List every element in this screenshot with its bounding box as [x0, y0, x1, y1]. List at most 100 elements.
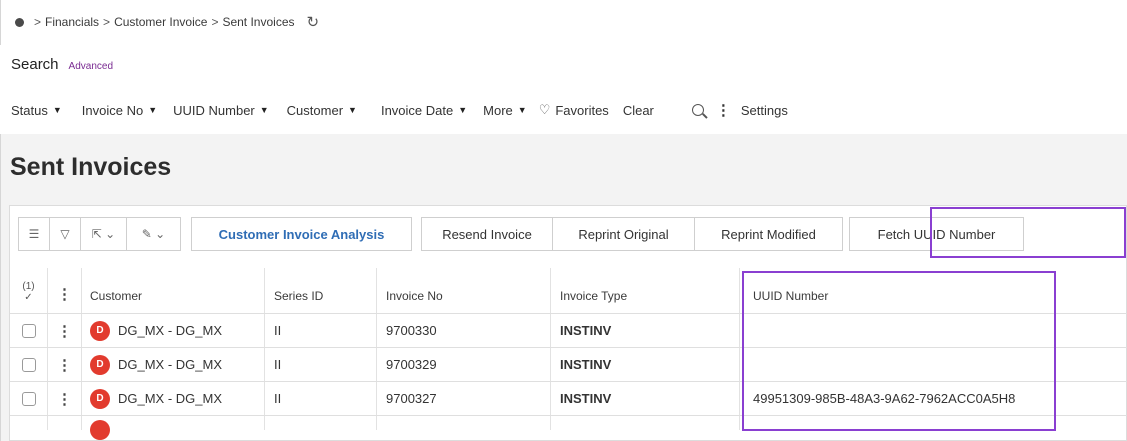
filter-icon: ▽	[60, 227, 70, 241]
export-button[interactable]: ⇱ ⌄	[81, 217, 127, 251]
customer-cell	[82, 416, 265, 440]
filter-invoice-date[interactable]: Invoice Date ▼	[381, 103, 467, 118]
avatar: D	[90, 388, 110, 409]
settings-button[interactable]: Settings	[741, 103, 788, 118]
more-options-icon: ⋮	[57, 322, 72, 340]
caret-down-icon: ▼	[148, 105, 158, 115]
avatar	[90, 420, 110, 440]
table-toolbar: ☰ ▽ ⇱ ⌄ ✎ ⌄ Customer Invoice Analysis Re…	[18, 217, 1024, 251]
filter-customer[interactable]: Customer ▼	[287, 103, 357, 118]
series-id-cell: II	[265, 314, 377, 347]
search-row: Search Advanced	[11, 56, 113, 73]
pin-button[interactable]: ✎ ⌄	[127, 217, 181, 251]
invoice-no-cell: 9700330	[377, 314, 551, 347]
column-header-series-id[interactable]: Series ID	[265, 268, 377, 313]
favorites-button[interactable]: ♡ Favorites	[539, 102, 609, 118]
avatar: D	[90, 354, 110, 375]
row-checkbox-cell	[10, 382, 48, 415]
filter-button[interactable]: ▽	[50, 217, 81, 251]
customer-cell: D DG_MX - DG_MX	[82, 348, 265, 381]
row-menu-cell	[48, 416, 82, 430]
top-bar: > Financials > Customer Invoice > Sent I…	[0, 0, 1127, 45]
series-id-cell: II	[265, 348, 377, 381]
invoice-type-cell: INSTINV	[551, 382, 740, 415]
customer-cell: D DG_MX - DG_MX	[82, 382, 265, 415]
customer-value: DG_MX - DG_MX	[118, 357, 223, 372]
selected-count: (1) ✓	[22, 281, 34, 303]
filter-more-label: More	[483, 102, 513, 118]
page-title: Sent Invoices	[10, 153, 172, 181]
check-icon: ✓	[24, 292, 33, 303]
refresh-icon[interactable]: ↻	[307, 13, 320, 31]
select-all-cell[interactable]: (1) ✓	[10, 268, 48, 313]
breadcrumb-separator: >	[34, 15, 42, 29]
list-icon: ☰	[28, 227, 40, 241]
invoice-no-cell: 9700329	[377, 348, 551, 381]
more-options-icon: ⋮	[57, 390, 72, 408]
export-icon: ⇱ ⌄	[91, 227, 116, 241]
row-checkbox[interactable]	[21, 323, 36, 338]
avatar: D	[90, 320, 110, 341]
breadcrumb-separator: >	[211, 15, 219, 29]
caret-down-icon: ▼	[259, 105, 269, 115]
caret-down-icon: ▼	[517, 105, 527, 115]
filter-invoice-date-label: Invoice Date	[380, 102, 454, 118]
view-tools-group: ☰ ▽ ⇱ ⌄ ✎ ⌄	[18, 217, 181, 251]
row-checkbox[interactable]	[21, 391, 36, 406]
breadcrumb-customer-invoice[interactable]: Customer Invoice	[114, 15, 207, 29]
filter-more[interactable]: More ▼	[483, 103, 527, 118]
column-header-invoice-no[interactable]: Invoice No	[377, 268, 551, 313]
caret-down-icon: ▼	[52, 105, 62, 115]
advanced-search-link[interactable]: Advanced	[69, 61, 113, 72]
resend-invoice-button[interactable]: Resend Invoice	[421, 217, 553, 251]
more-options-icon[interactable]: ⋮	[716, 101, 731, 119]
search-button[interactable]	[691, 104, 704, 116]
series-id-cell	[265, 416, 377, 430]
invoice-no-cell	[377, 416, 551, 430]
home-dot-icon[interactable]	[15, 17, 24, 27]
customer-cell: D DG_MX - DG_MX	[82, 314, 265, 347]
filter-status[interactable]: Status ▼	[11, 103, 62, 118]
filter-uuid-number[interactable]: UUID Number ▼	[173, 103, 269, 118]
column-header-customer[interactable]: Customer	[82, 268, 265, 313]
header-menu-cell[interactable]: ⋮	[48, 268, 82, 313]
favorites-label: Favorites	[555, 102, 609, 118]
more-options-icon: ⋮	[57, 356, 72, 374]
customer-value: DG_MX - DG_MX	[118, 323, 223, 338]
customer-value: DG_MX - DG_MX	[118, 391, 223, 406]
row-checkbox-cell	[10, 314, 48, 347]
customer-invoice-analysis-button[interactable]: Customer Invoice Analysis	[191, 217, 412, 251]
search-label: Search	[11, 56, 59, 73]
breadcrumb: > Financials > Customer Invoice > Sent I…	[15, 12, 319, 32]
filter-invoice-no[interactable]: Invoice No ▼	[82, 103, 157, 118]
pin-icon: ✎ ⌄	[141, 227, 166, 241]
filter-bar: Status ▼ Invoice No ▼ UUID Number ▼ Custome…	[11, 100, 788, 120]
row-checkbox-cell	[10, 348, 48, 381]
caret-down-icon: ▼	[348, 105, 357, 115]
filter-uuid-number-label: UUID Number	[173, 102, 255, 118]
clear-button[interactable]: Clear	[623, 103, 654, 118]
filter-invoice-no-label: Invoice No	[81, 102, 144, 118]
breadcrumb-financials[interactable]: Financials	[45, 15, 99, 29]
filter-status-label: Status	[11, 102, 48, 118]
heart-icon: ♡	[538, 102, 551, 117]
reprint-modified-button[interactable]: Reprint Modified	[695, 217, 843, 251]
series-id-cell: II	[265, 382, 377, 415]
list-view-button[interactable]: ☰	[18, 217, 50, 251]
invoice-type-cell	[551, 416, 740, 430]
more-options-icon: ⋮	[57, 286, 72, 303]
column-header-invoice-type[interactable]: Invoice Type	[551, 268, 740, 313]
selected-count-value: (1)	[22, 281, 35, 292]
reprint-original-button[interactable]: Reprint Original	[553, 217, 695, 251]
filter-customer-label: Customer	[286, 102, 344, 118]
row-checkbox[interactable]	[21, 357, 36, 372]
row-menu-cell[interactable]: ⋮	[48, 382, 82, 415]
search-icon	[691, 104, 704, 116]
row-menu-cell[interactable]: ⋮	[48, 348, 82, 381]
breadcrumb-separator: >	[103, 15, 111, 29]
invoice-type-cell: INSTINV	[551, 348, 740, 381]
breadcrumb-sent-invoices: Sent Invoices	[222, 15, 295, 29]
fetch-uuid-highlight-box	[930, 207, 1126, 258]
row-menu-cell[interactable]: ⋮	[48, 314, 82, 347]
caret-down-icon: ▼	[458, 105, 468, 115]
